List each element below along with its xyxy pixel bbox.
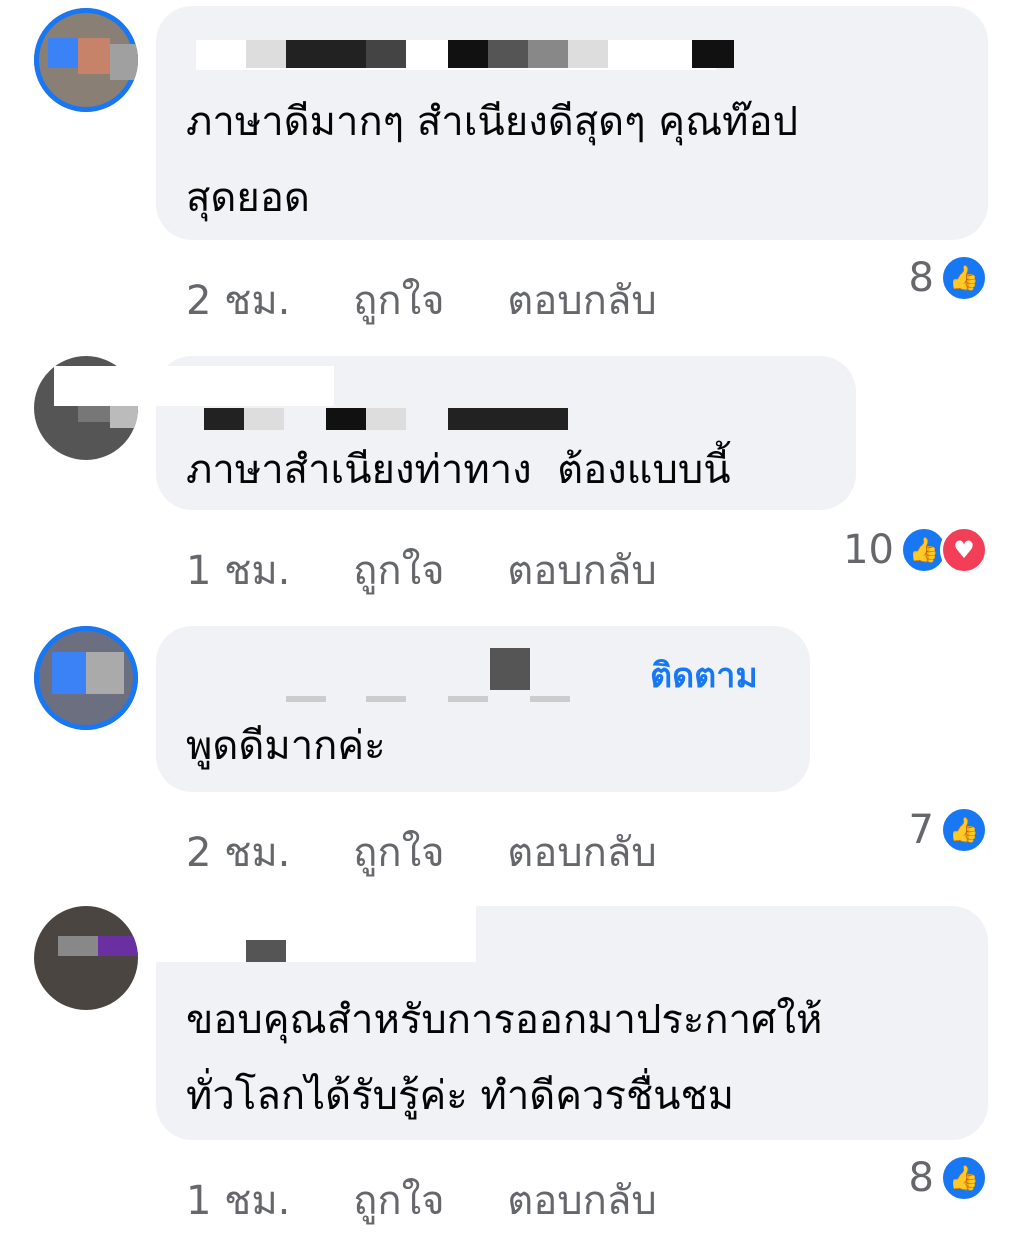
- commenter-name-redacted[interactable]: [54, 366, 624, 432]
- like-button[interactable]: ถูกใจ: [353, 278, 444, 324]
- comment-time[interactable]: 1 ชม.: [186, 1178, 290, 1224]
- comment-time[interactable]: 2 ชม.: [186, 278, 290, 324]
- comment-time[interactable]: 2 ชม.: [186, 830, 290, 876]
- heart-icon: ♥: [940, 526, 988, 574]
- like-button[interactable]: ถูกใจ: [353, 830, 444, 876]
- comment-actions: 2 ชม. ถูกใจ ตอบกลับ: [186, 820, 707, 884]
- like-icon: 👍: [940, 806, 988, 854]
- reaction-count: 7: [908, 807, 934, 853]
- reaction-summary[interactable]: 10 👍 ♥: [843, 526, 988, 574]
- reaction-summary[interactable]: 7 👍: [909, 806, 988, 854]
- comment-text: ภาษาสำเนียงท่าทาง ต้องแบบนี้: [186, 447, 731, 493]
- reply-button[interactable]: ตอบกลับ: [507, 278, 657, 324]
- follow-button[interactable]: ติดตาม: [650, 648, 758, 702]
- comment-bubble: ขอบคุณสำหรับการออกมาประกาศให้ ทั่วโลกได้…: [156, 906, 988, 1140]
- reaction-summary[interactable]: 8 👍: [909, 254, 988, 302]
- comment-text: พูดดีมากค่ะ: [186, 723, 386, 769]
- commenter-name-redacted[interactable]: [196, 40, 734, 70]
- comment-bubble: ภาษาสำเนียงท่าทาง ต้องแบบนี้: [54, 356, 856, 510]
- comment-actions: 1 ชม. ถูกใจ ตอบกลับ: [186, 1168, 707, 1232]
- like-icon: 👍: [940, 254, 988, 302]
- comment-actions: 1 ชม. ถูกใจ ตอบกลับ: [186, 538, 707, 602]
- comment-actions: 2 ชม. ถูกใจ ตอบกลับ: [186, 268, 707, 332]
- like-button[interactable]: ถูกใจ: [353, 548, 444, 594]
- avatar[interactable]: [34, 8, 138, 112]
- reaction-count: 8: [908, 255, 934, 301]
- reaction-count: 10: [843, 527, 894, 573]
- reply-button[interactable]: ตอบกลับ: [507, 830, 657, 876]
- avatar[interactable]: [34, 906, 138, 1010]
- comment-text: ภาษาดีมากๆ สำเนียงดีสุดๆ คุณท๊อป สุดยอด: [186, 99, 798, 221]
- reply-button[interactable]: ตอบกลับ: [507, 1178, 657, 1224]
- comment-bubble: ภาษาดีมากๆ สำเนียงดีสุดๆ คุณท๊อป สุดยอด: [156, 6, 988, 240]
- commenter-name-redacted[interactable]: [156, 648, 616, 708]
- avatar[interactable]: [34, 626, 138, 730]
- reaction-summary[interactable]: 8 👍: [909, 1154, 988, 1202]
- comment-text: ขอบคุณสำหรับการออกมาประกาศให้ ทั่วโลกได้…: [186, 997, 823, 1119]
- like-button[interactable]: ถูกใจ: [353, 1178, 444, 1224]
- reply-button[interactable]: ตอบกลับ: [507, 548, 657, 594]
- like-icon: 👍: [940, 1154, 988, 1202]
- comment-bubble: ติดตาม พูดดีมากค่ะ: [156, 626, 810, 792]
- comment-time[interactable]: 1 ชม.: [186, 548, 290, 594]
- commenter-name-redacted[interactable]: [156, 906, 476, 962]
- reaction-count: 8: [908, 1155, 934, 1201]
